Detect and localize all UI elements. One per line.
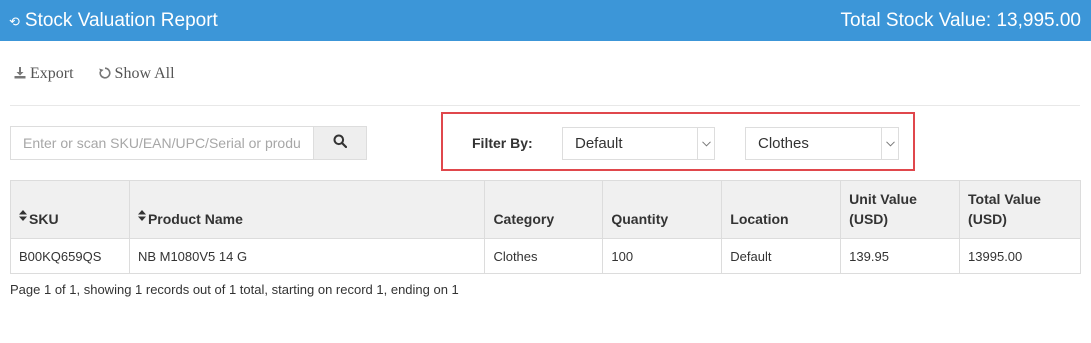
column-header-unit-value: Unit Value (USD) — [840, 180, 961, 239]
download-icon — [14, 66, 26, 82]
filter-panel: Filter By: Default Clothes — [441, 112, 915, 171]
column-header-sku[interactable]: SKU — [10, 180, 130, 239]
cell-category: Clothes — [484, 238, 604, 274]
show-all-label: Show All — [114, 65, 175, 82]
column-header-quantity: Quantity — [602, 180, 723, 239]
pagination-info: Page 1 of 1, showing 1 records out of 1 … — [10, 282, 459, 297]
column-label: SKU — [29, 211, 59, 227]
total-stock-value: Total Stock Value: 13,995.00 — [840, 10, 1081, 31]
page-title: Stock Valuation Report — [24, 9, 218, 31]
chevron-down-icon — [881, 128, 898, 159]
table-row[interactable]: B00KQ659QS NB M1080V5 14 G Clothes 100 D… — [10, 238, 1081, 274]
cell-total-value: 13995.00 — [959, 238, 1081, 274]
export-button[interactable]: Export — [14, 65, 74, 83]
cell-unit-value: 139.95 — [840, 238, 961, 274]
location-filter-select[interactable]: Default — [562, 127, 715, 160]
search-input[interactable] — [10, 126, 313, 160]
show-all-button[interactable]: Show All — [98, 65, 175, 83]
stock-table: SKU Product Name Category Quantity Locat… — [10, 180, 1081, 274]
export-label: Export — [30, 65, 74, 82]
location-filter-value: Default — [575, 135, 623, 152]
search-group — [10, 126, 367, 160]
search-icon — [333, 134, 348, 153]
toolbar: Export Show All — [14, 64, 175, 84]
divider — [10, 105, 1080, 106]
category-filter-select[interactable]: Clothes — [745, 127, 899, 160]
cell-sku: B00KQ659QS — [10, 238, 130, 274]
category-filter-value: Clothes — [758, 135, 809, 152]
sort-icon — [137, 209, 146, 229]
cell-product-name: NB M1080V5 14 G — [128, 238, 486, 274]
title-wrap: ⟲ Stock Valuation Report — [9, 0, 218, 41]
cell-location: Default — [721, 238, 842, 274]
table-header-row: SKU Product Name Category Quantity Locat… — [10, 180, 1081, 239]
chevron-down-icon — [697, 128, 714, 159]
refresh-icon: ⟲ — [9, 13, 20, 29]
column-label: Product Name — [147, 211, 243, 227]
column-header-category: Category — [484, 180, 604, 239]
column-header-product-name[interactable]: Product Name — [128, 180, 486, 239]
report-header: ⟲ Stock Valuation Report Total Stock Val… — [0, 0, 1091, 41]
column-header-total-value: Total Value (USD) — [959, 180, 1081, 239]
refresh-icon — [98, 66, 111, 82]
filter-label: Filter By: — [472, 135, 533, 151]
search-button[interactable] — [313, 126, 367, 160]
sort-icon — [19, 209, 27, 229]
cell-quantity: 100 — [602, 238, 723, 274]
column-header-location: Location — [721, 180, 842, 239]
